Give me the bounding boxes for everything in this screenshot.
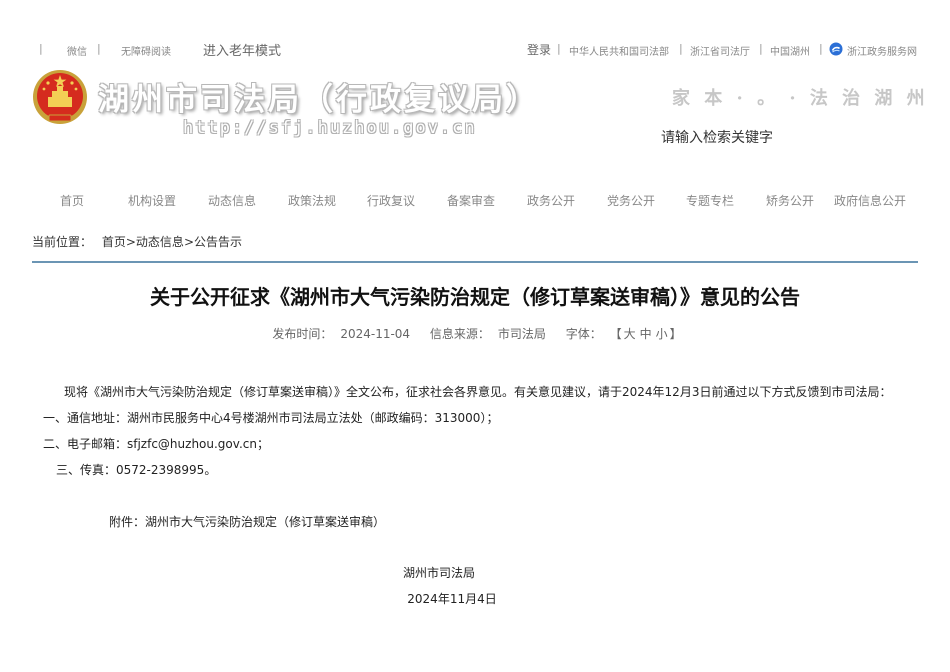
article-intro: 现将《湖州市大气污染防治规定（修订草案送审稿）》全文公布，征求社会各界意见。有关… [64, 385, 892, 399]
login-link[interactable]: 登录 [527, 41, 551, 58]
elder-mode-link[interactable]: 进入老年模式 [203, 40, 281, 59]
divider: | [97, 42, 101, 55]
font-size-large-button[interactable]: 大 [624, 327, 636, 341]
divider: | [819, 42, 823, 55]
contact-email: 二、电子邮箱：sfjzfc@huzhou.gov.cn； [43, 437, 269, 451]
moj-link[interactable]: 中华人民共和国司法部 [569, 43, 669, 58]
font-size-medium-button[interactable]: 中 [640, 327, 652, 341]
contact-fax: 三、传真：0572-2398995。 [56, 463, 217, 477]
source-label: 信息来源： [429, 327, 490, 341]
china-huzhou-link[interactable]: 中国湖州 [770, 43, 810, 58]
contact-address: 一、通信地址：湖州市民服务中心4号楼湖州市司法局立法处（邮政编码：313000）… [43, 411, 499, 425]
nav-item-topics[interactable]: 专题专栏 [686, 192, 734, 209]
search-input[interactable]: 请输入检索关键字 [661, 127, 773, 147]
zj-justice-link[interactable]: 浙江省司法厅 [690, 43, 750, 58]
nav-item-party-affairs[interactable]: 党务公开 [607, 192, 655, 209]
font-size-small-button[interactable]: 小 [656, 327, 668, 341]
divider: | [679, 42, 683, 55]
wechat-link[interactable]: 微信 [67, 43, 87, 58]
divider: | [39, 42, 43, 55]
accessible-reading-link[interactable]: 无障碍阅读 [121, 43, 171, 58]
publish-date: 2024-11-04 [340, 327, 411, 341]
breadcrumb-home[interactable]: 首页 [102, 233, 126, 250]
zj-gov-service-link[interactable]: 浙江政务服务网 [847, 43, 917, 58]
breadcrumb-separator: > [125, 235, 136, 249]
divider-line [32, 261, 918, 263]
breadcrumb-current[interactable]: 公告告示 [194, 233, 242, 250]
divider: | [557, 42, 561, 55]
signature: 湖州市司法局 [402, 566, 476, 580]
nav-item-policies[interactable]: 政策法规 [288, 192, 336, 209]
publish-label: 发布时间： [272, 327, 333, 341]
nav-item-correction[interactable]: 矫务公开 [766, 192, 814, 209]
attachment-link[interactable]: 湖州市大气污染防治规定（修订草案送审稿） [145, 515, 385, 529]
attachment: 附件：湖州市大气污染防治规定（修订草案送审稿） [109, 513, 385, 530]
font-size-bracket: 】 [669, 327, 682, 341]
font-size-label: 字体： [565, 327, 602, 341]
national-emblem-logo[interactable] [31, 67, 89, 127]
font-size-bracket: 【 [609, 327, 622, 341]
divider: | [759, 42, 763, 55]
nav-item-home[interactable]: 首页 [60, 192, 84, 209]
nav-item-news[interactable]: 动态信息 [208, 192, 256, 209]
nav-item-filing[interactable]: 备案审查 [447, 192, 495, 209]
nav-item-gov-info[interactable]: 政府信息公开 [834, 192, 906, 209]
article-meta: 发布时间： 2024-11-04 信息来源： 市司法局 字体： 【大中小】 [0, 325, 950, 342]
zj-gov-service-icon [829, 42, 843, 56]
nav-item-gov-affairs[interactable]: 政务公开 [527, 192, 575, 209]
nav-item-organization[interactable]: 机构设置 [128, 192, 176, 209]
top-utility-bar: | 微信 | 无障碍阅读 进入老年模式 登录 | 中华人民共和国司法部 | 浙江… [0, 40, 950, 60]
signature-date: 2024年11月4日 [407, 592, 497, 606]
article-title: 关于公开征求《湖州市大气污染防治规定（修订草案送审稿）》意见的公告 [150, 285, 800, 309]
site-title: 湖州市司法局（行政复议局） [98, 82, 540, 118]
nav-item-review[interactable]: 行政复议 [367, 192, 415, 209]
slogan-calligraphy: 家 本 · 。 · 法 治 湖 州 [672, 84, 925, 109]
breadcrumb: 当前位置： 首页>动态信息>公告告示 [32, 233, 242, 250]
breadcrumb-separator: > [183, 235, 194, 249]
source-value: 市司法局 [497, 327, 546, 341]
breadcrumb-section[interactable]: 动态信息 [136, 233, 184, 250]
breadcrumb-label: 当前位置： [32, 235, 93, 249]
slogan-text: 家 本 · 。 · 法 治 湖 州 [672, 88, 929, 109]
main-nav: 首页 机构设置 动态信息 政策法规 行政复议 备案审查 政务公开 党务公开 专题… [32, 192, 918, 212]
attachment-label: 附件： [109, 515, 146, 529]
site-url: http://sfj.huzhou.gov.cn [183, 118, 477, 138]
